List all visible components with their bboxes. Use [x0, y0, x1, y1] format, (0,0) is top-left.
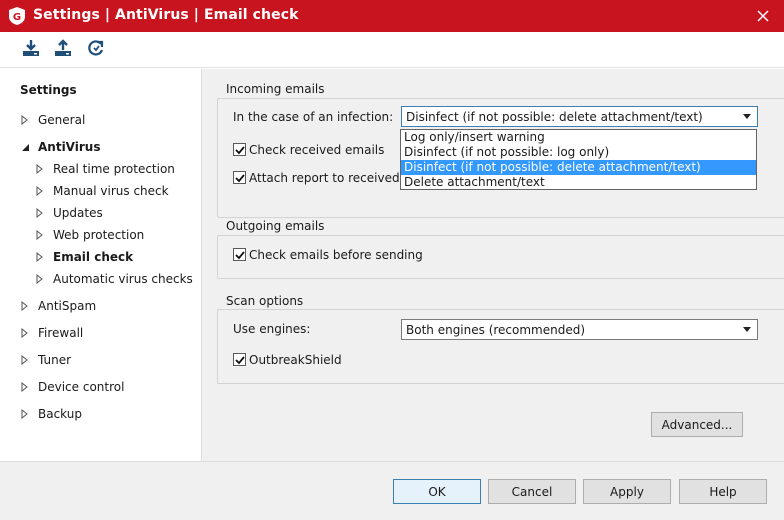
chevron-right-icon — [35, 186, 45, 196]
title-bar: G Settings | AntiVirus | Email check — [0, 0, 784, 32]
close-button[interactable] — [750, 3, 776, 29]
chevron-right-icon — [20, 409, 30, 419]
sidebar-item-label: Web protection — [53, 228, 145, 242]
advanced-button[interactable]: Advanced... — [651, 412, 743, 437]
sidebar-item-real-time-protection[interactable]: Real time protection — [35, 159, 175, 179]
sidebar-heading: Settings — [20, 83, 77, 97]
check-received-checkbox[interactable] — [233, 143, 246, 156]
dropdown-arrow-icon — [743, 114, 751, 119]
import-button[interactable] — [19, 36, 43, 60]
incoming-emails-title: Incoming emails — [226, 82, 328, 96]
checkmark-icon — [234, 250, 245, 259]
sidebar-item-email-check[interactable]: Email check — [35, 247, 133, 267]
chevron-right-icon — [35, 164, 45, 174]
sidebar-item-label: AntiSpam — [38, 299, 97, 313]
sidebar-item-label: General — [38, 113, 86, 127]
reset-icon — [88, 40, 104, 56]
chevron-down-icon — [20, 142, 30, 152]
sidebar-item-label: Email check — [53, 250, 134, 264]
cancel-button[interactable]: Cancel — [488, 479, 576, 504]
dropdown-option[interactable]: Delete attachment/text — [401, 175, 756, 190]
sidebar-item-device-control[interactable]: Device control — [20, 377, 124, 397]
infection-action-select[interactable]: Disinfect (if not possible: delete attac… — [401, 106, 758, 127]
outgoing-emails-title: Outgoing emails — [226, 219, 328, 233]
chevron-right-icon — [20, 382, 30, 392]
logo-letter: G — [13, 12, 21, 23]
sidebar-item-web-protection[interactable]: Web protection — [35, 225, 144, 245]
sidebar-item-backup[interactable]: Backup — [20, 404, 82, 424]
chevron-right-icon — [20, 328, 30, 338]
window-title: Settings | AntiVirus | Email check — [33, 7, 299, 23]
sidebar-item-label: AntiVirus — [38, 140, 101, 154]
ok-button-label: OK — [428, 484, 446, 499]
check-before-sending-label: Check emails before sending — [249, 248, 423, 262]
outbreakshield-label: OutbreakShield — [249, 353, 342, 367]
dropdown-option[interactable]: Disinfect (if not possible: log only) — [401, 145, 756, 160]
chevron-right-icon — [20, 355, 30, 365]
export-button[interactable] — [51, 36, 75, 60]
chevron-right-icon — [35, 230, 45, 240]
sidebar-item-automatic-virus-checks[interactable]: Automatic virus checks — [35, 269, 193, 289]
sidebar: Settings General AntiVirus Real time pro… — [0, 69, 200, 461]
sidebar-item-antivirus[interactable]: AntiVirus — [20, 137, 100, 157]
dropdown-option-selected[interactable]: Disinfect (if not possible: delete attac… — [401, 160, 756, 175]
reset-button[interactable] — [84, 36, 108, 60]
sidebar-item-label: Firewall — [38, 326, 84, 340]
engines-label: Use engines: — [233, 322, 311, 336]
close-icon — [757, 10, 769, 22]
chevron-right-icon — [35, 208, 45, 218]
chevron-right-icon — [20, 115, 30, 125]
checkmark-icon — [234, 355, 245, 364]
help-button-label: Help — [709, 484, 737, 499]
sidebar-item-tuner[interactable]: Tuner — [20, 350, 71, 370]
help-button[interactable]: Help — [679, 479, 767, 504]
toolbar — [0, 32, 784, 68]
chevron-right-icon — [35, 252, 45, 262]
sidebar-item-label: Updates — [53, 206, 103, 220]
sidebar-item-label: Real time protection — [53, 162, 175, 176]
sidebar-item-label: Automatic virus checks — [53, 272, 193, 286]
engines-value: Both engines (recommended) — [406, 322, 586, 337]
attach-report-checkbox[interactable] — [233, 171, 246, 184]
export-icon — [55, 39, 71, 56]
chevron-right-icon — [35, 274, 45, 284]
footer: OK Cancel Apply Help — [0, 461, 784, 520]
sidebar-item-antispam[interactable]: AntiSpam — [20, 296, 96, 316]
infection-action-dropdown-list: Log only/insert warning Disinfect (if no… — [400, 129, 757, 190]
ok-button[interactable]: OK — [393, 479, 481, 504]
check-received-label: Check received emails — [249, 143, 385, 157]
checkmark-icon — [234, 145, 245, 154]
sidebar-item-label: Tuner — [38, 353, 72, 367]
chevron-right-icon — [20, 301, 30, 311]
sidebar-item-general[interactable]: General — [20, 110, 85, 130]
scan-options-title: Scan options — [226, 294, 307, 308]
dropdown-option[interactable]: Log only/insert warning — [401, 130, 756, 145]
apply-button-label: Apply — [610, 484, 644, 499]
apply-button[interactable]: Apply — [583, 479, 671, 504]
sidebar-item-updates[interactable]: Updates — [35, 203, 103, 223]
sidebar-item-label: Manual virus check — [53, 184, 169, 198]
gdata-logo-icon: G — [9, 7, 25, 25]
infection-label: In the case of an infection: — [233, 110, 394, 124]
sidebar-item-label: Device control — [38, 380, 125, 394]
infection-action-value: Disinfect (if not possible: delete attac… — [406, 109, 703, 124]
import-icon — [23, 40, 39, 56]
sidebar-item-label: Backup — [38, 407, 82, 421]
engines-select[interactable]: Both engines (recommended) — [401, 319, 758, 340]
checkmark-icon — [234, 173, 245, 182]
sidebar-item-manual-virus-check[interactable]: Manual virus check — [35, 181, 169, 201]
content-panel: Incoming emails In the case of an infect… — [201, 69, 784, 461]
check-before-sending-checkbox[interactable] — [233, 248, 246, 261]
advanced-button-label: Advanced... — [661, 417, 733, 432]
dropdown-arrow-icon — [743, 327, 751, 332]
outbreakshield-checkbox[interactable] — [233, 353, 246, 366]
sidebar-item-firewall[interactable]: Firewall — [20, 323, 83, 343]
cancel-button-label: Cancel — [511, 484, 553, 499]
